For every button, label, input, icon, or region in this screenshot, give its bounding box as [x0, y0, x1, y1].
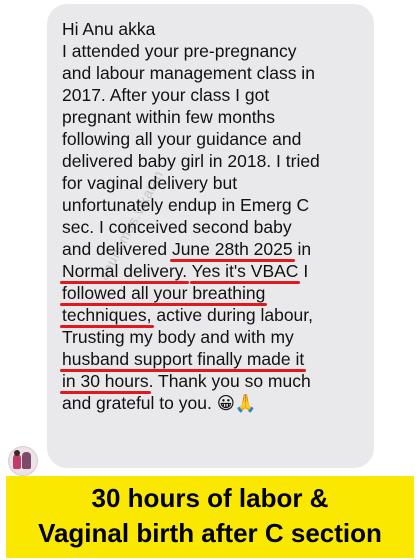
message-line: sec. I conceived second baby [62, 216, 364, 238]
avatar-figure-icon [13, 454, 21, 469]
message-line: followed all your breathing [62, 282, 364, 304]
message-text-segment: Hi Anu akka [62, 19, 156, 39]
highlighted-text: techniques, [62, 305, 152, 325]
message-line: for vaginal delivery but [62, 172, 364, 194]
message-text-segment: active during labour, [151, 305, 314, 325]
caption-banner: 30 hours of labor & Vaginal birth after … [6, 476, 414, 558]
avatar-figure-icon [22, 452, 31, 469]
highlighted-text: in 30 hours [62, 371, 149, 391]
highlighted-text: Normal delivery. [62, 261, 188, 281]
message-text-segment: and grateful to you. 😀🙏 [62, 393, 257, 413]
message-line: in 30 hours. Thank you so much [62, 370, 364, 392]
message-text-segment [187, 261, 192, 281]
message-text-segment: following all your guidance and [62, 129, 302, 149]
message-text-segment: . Thank you so much [148, 371, 311, 391]
message-line: unfortunately endup in Emerg C [62, 194, 364, 216]
message-text-segment: I [298, 261, 309, 281]
banner-line-2: Vaginal birth after C section [38, 518, 382, 548]
message-text-segment: sec. I conceived second baby [62, 217, 292, 237]
avatar-head-icon [14, 450, 20, 456]
message-line: I attended your pre-pregnancy [62, 40, 364, 62]
message-text-segment: delivered baby girl in 2018. I tried [62, 151, 320, 171]
banner-line-1: 30 hours of labor & [91, 483, 329, 513]
message-text-segment: pregnant within few months [62, 107, 276, 127]
highlighted-text: June 28th 2025 [171, 239, 293, 259]
message-line: following all your guidance and [62, 128, 364, 150]
message-line: pregnant within few months [62, 106, 364, 128]
message-line: and grateful to you. 😀🙏 [62, 392, 364, 414]
message-line: Hi Anu akka [62, 18, 364, 40]
message-line: techniques, active during labour, [62, 304, 364, 326]
sender-avatar[interactable] [8, 446, 38, 476]
message-text-segment: Trusting my body and with my [62, 327, 294, 347]
message-text-segment: 2017. After your class I got [62, 85, 270, 105]
message-text: Hi Anu akka I attended your pre-pregnancy… [62, 18, 364, 414]
message-text-segment: unfortunately endup in Emerg C [62, 195, 310, 215]
message-line: and labour management class in [62, 62, 364, 84]
message-text-segment: I attended your pre-pregnancy [62, 41, 297, 61]
message-line: husband support finally made it [62, 348, 364, 370]
message-bubble[interactable]: Hi Anu akka I attended your pre-pregnancy… [47, 4, 374, 468]
highlighted-text: followed all your breathing [62, 283, 266, 303]
message-text-segment: in [292, 239, 312, 259]
message-line: delivered baby girl in 2018. I tried [62, 150, 364, 172]
highlighted-text: Yes it's VBAC [191, 261, 299, 281]
message-line: Trusting my body and with my [62, 326, 364, 348]
highlighted-text: husband support finally made it [62, 349, 305, 369]
message-text-segment: and labour management class in [62, 63, 315, 83]
message-line: 2017. After your class I got [62, 84, 364, 106]
